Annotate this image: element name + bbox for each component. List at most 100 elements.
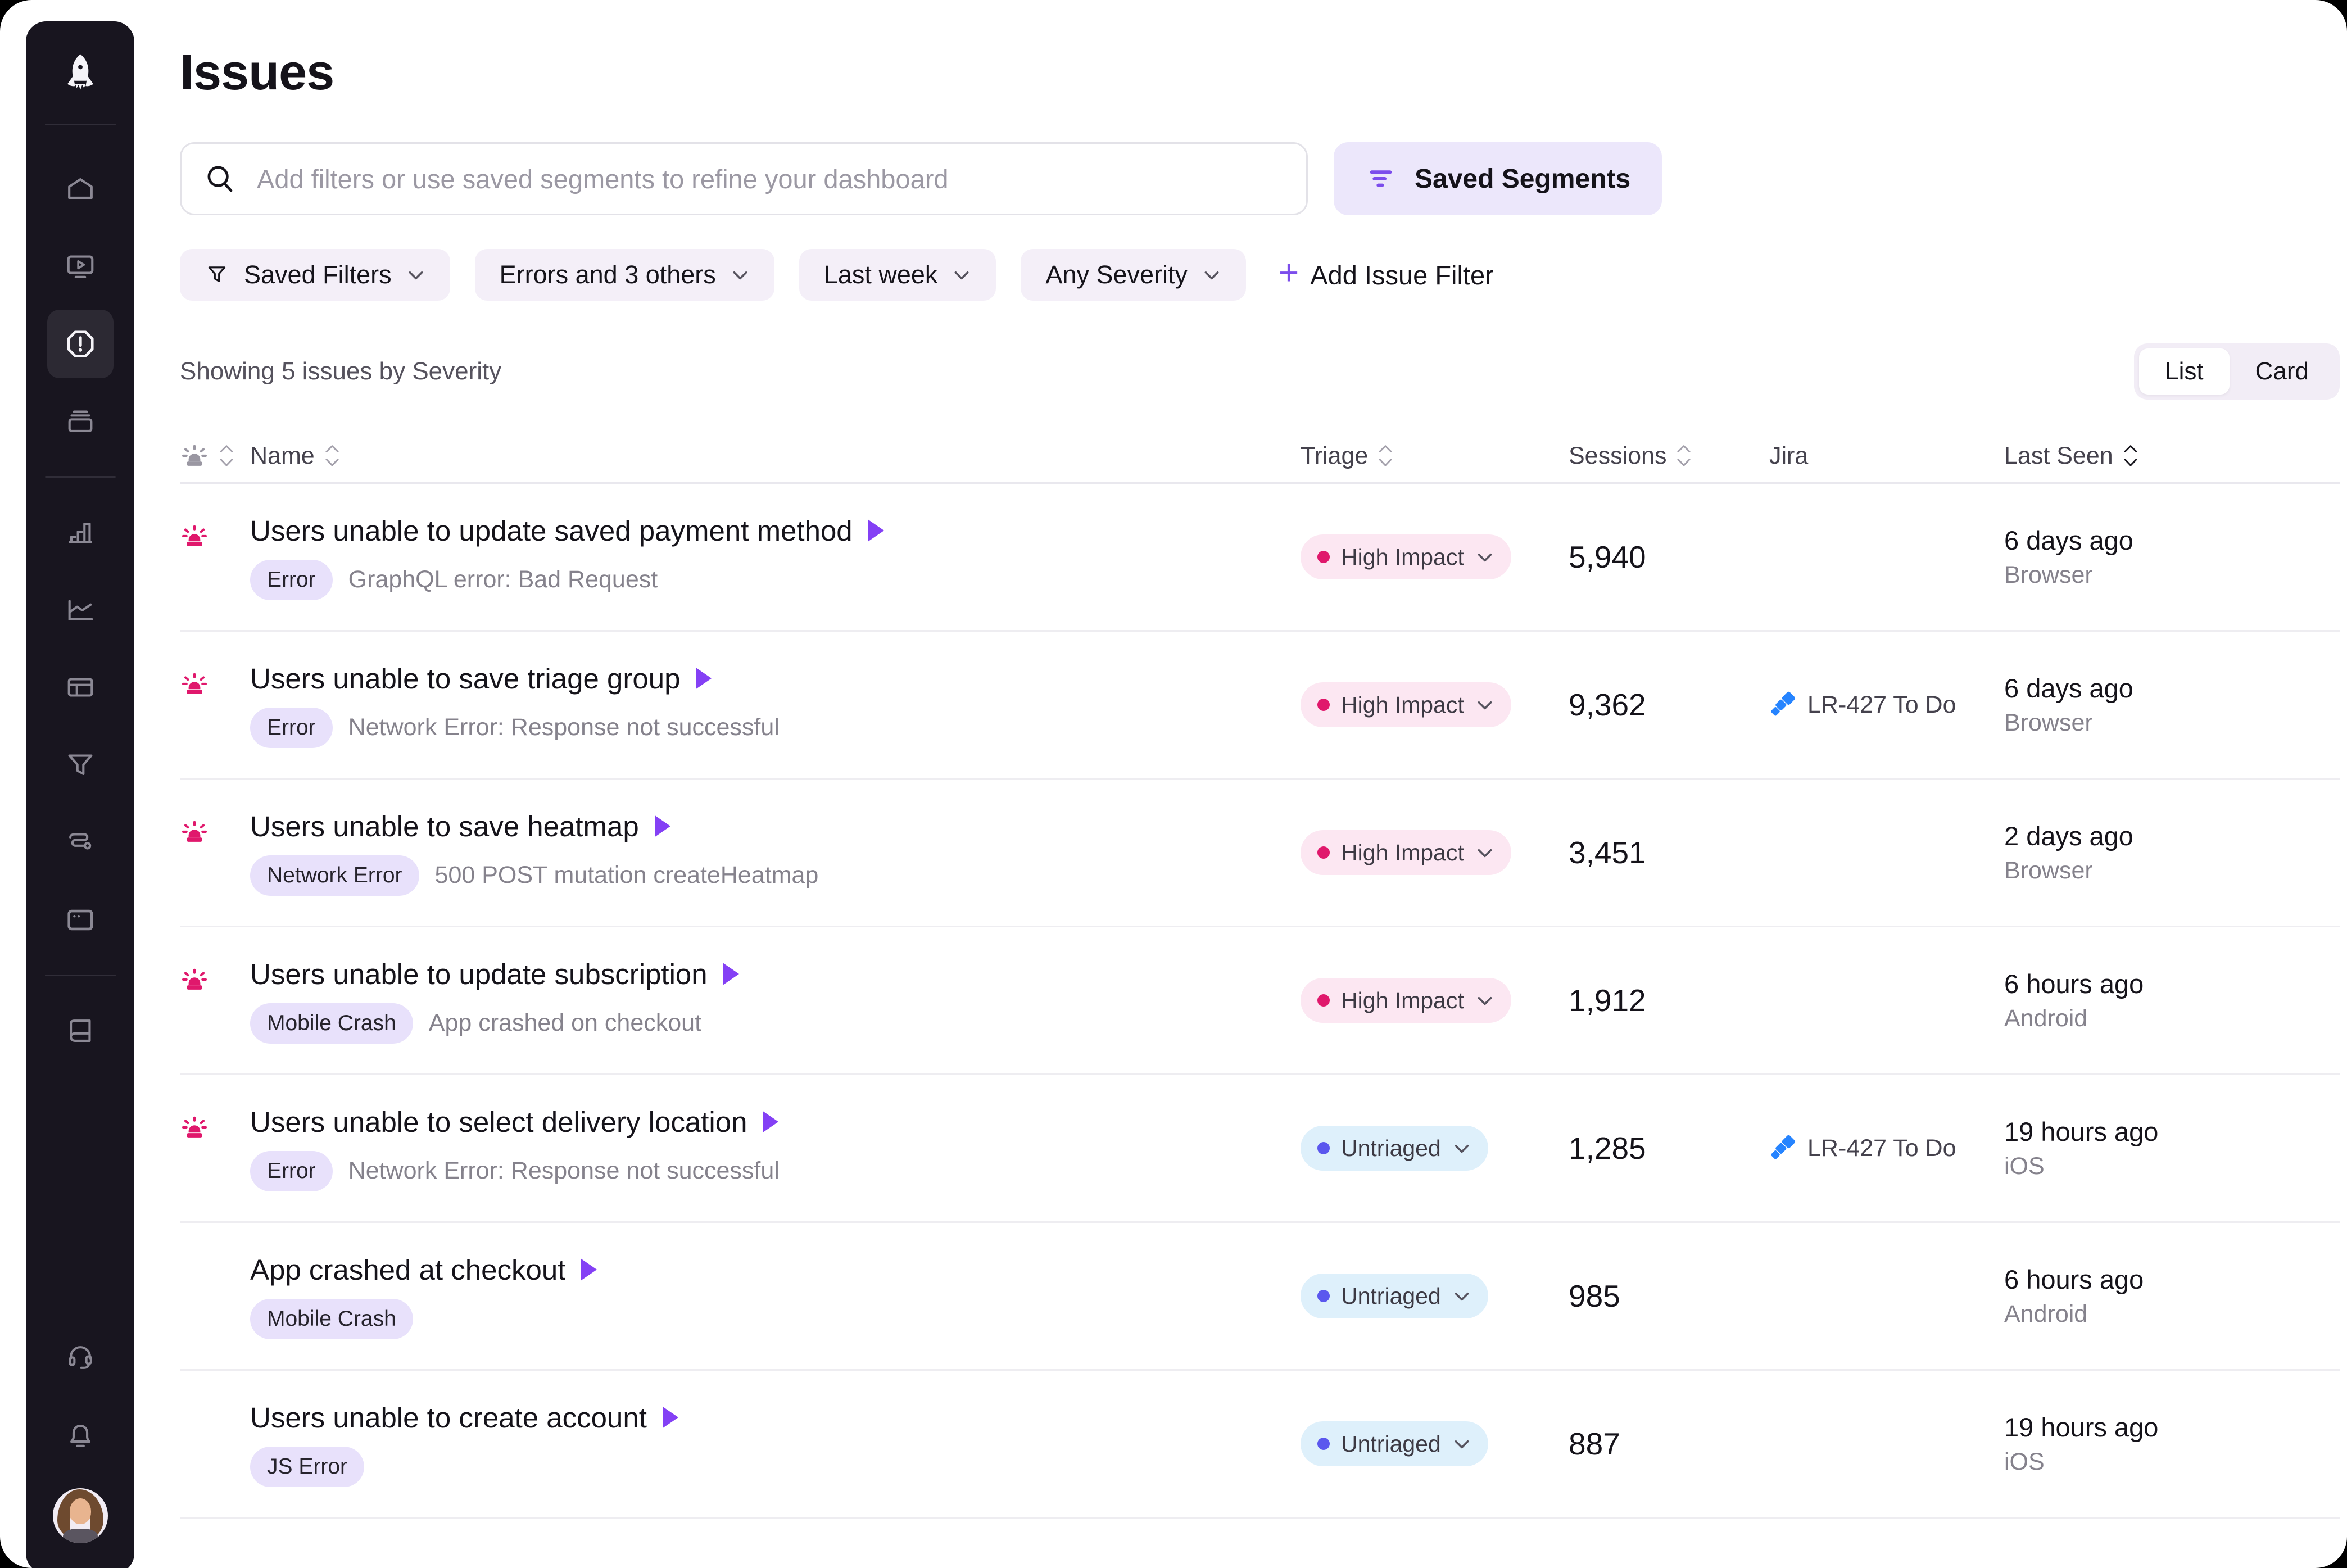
last-seen-time: 19 hours ago [2004,1412,2340,1443]
triage-status-dot [1317,1438,1330,1450]
user-avatar[interactable] [53,1488,108,1543]
sidebar-item-docs[interactable] [47,996,114,1065]
funnel-icon [64,749,97,781]
issue-name-cell: Users unable to update subscription Mobi… [250,958,1301,1044]
sort-icon[interactable] [325,444,339,469]
table-row[interactable]: Users unable to save triage group Error … [180,632,2340,780]
triage-dropdown[interactable]: High Impact [1301,830,1511,875]
plus-icon: + [1279,256,1299,291]
view-toggle-card[interactable]: Card [2230,348,2335,395]
issue-description: Network Error: Response not successful [348,1157,780,1185]
triage-status-dot [1317,846,1330,859]
chevron-down-icon [406,265,425,284]
triage-dropdown[interactable]: High Impact [1301,682,1511,727]
chip-label: Last week [824,260,938,289]
play-session-icon[interactable] [760,1109,781,1134]
rocket-logo-icon [56,51,105,99]
sort-icon[interactable] [1378,444,1393,469]
issue-type-badge: Mobile Crash [250,1299,413,1339]
triage-dropdown[interactable]: High Impact [1301,534,1511,579]
triage-status-dot [1317,1142,1330,1154]
issue-name-cell: Users unable to save heatmap Network Err… [250,810,1301,896]
chip-severity[interactable]: Any Severity [1021,249,1246,301]
severity-cell [180,522,250,551]
triage-dropdown[interactable]: Untriaged [1301,1421,1488,1466]
sidebar-item-user-journeys[interactable] [47,808,114,877]
issue-name[interactable]: Users unable to update saved payment met… [250,514,853,547]
sessions-count: 985 [1569,1278,1769,1314]
chevron-down-icon [1475,695,1494,714]
play-session-icon[interactable] [579,1257,599,1282]
notifications-bell-icon [64,1419,97,1451]
play-session-icon[interactable] [721,962,741,986]
column-header-name[interactable]: Name [250,442,1301,470]
table-row[interactable]: Users unable to update subscription Mobi… [180,927,2340,1075]
jira-ticket[interactable]: LR-427 To Do [1769,1135,2004,1162]
triage-dropdown[interactable]: Untriaged [1301,1126,1488,1171]
chip-error-types[interactable]: Errors and 3 others [475,249,774,301]
last-seen-platform: iOS [2004,1448,2340,1476]
column-header-triage[interactable]: Triage [1301,442,1569,470]
column-header-sessions[interactable]: Sessions [1569,442,1769,470]
last-seen-cell: 19 hours ago iOS [2004,1116,2340,1180]
column-header-last-seen[interactable]: Last Seen [2004,442,2340,470]
sidebar-item-support[interactable] [47,1323,114,1392]
search-input[interactable] [257,164,1285,194]
view-toggle: List Card [2134,343,2340,400]
jira-ticket[interactable]: LR-427 To Do [1769,691,2004,719]
sort-icon[interactable] [219,444,234,469]
sidebar-item-browser[interactable] [47,886,114,954]
saved-segments-button[interactable]: Saved Segments [1334,142,1662,215]
view-toggle-list[interactable]: List [2139,348,2229,395]
issues-table-body: Users unable to update saved payment met… [180,484,2340,1519]
triage-dropdown[interactable]: Untriaged [1301,1274,1488,1318]
add-issue-filter-button[interactable]: + Add Issue Filter [1279,259,1494,291]
sidebar-item-trends[interactable] [47,575,114,644]
funnel-icon [205,262,229,287]
column-header-severity[interactable] [180,442,250,471]
browser-window-icon [64,904,97,936]
sidebar-item-collections[interactable] [47,387,114,456]
chip-date-range[interactable]: Last week [799,249,996,301]
table-row[interactable]: App crashed at checkout Mobile Crash Unt… [180,1223,2340,1371]
table-row[interactable]: Users unable to select delivery location… [180,1075,2340,1223]
column-label: Jira [1769,442,1808,470]
play-session-icon[interactable] [660,1405,681,1430]
issue-name[interactable]: Users unable to update subscription [250,958,708,991]
column-header-jira[interactable]: Jira [1769,442,2004,470]
sidebar-item-issues[interactable] [47,310,114,378]
issue-type-badge: JS Error [250,1447,364,1487]
table-row[interactable]: Users unable to save heatmap Network Err… [180,780,2340,927]
sidebar-item-metrics[interactable] [47,498,114,567]
chip-saved-filters[interactable]: Saved Filters [180,249,450,301]
issue-type-badge: Error [250,708,333,748]
issue-type-badge: Network Error [250,855,419,896]
column-label: Triage [1301,442,1368,470]
play-session-icon[interactable] [866,518,886,543]
sidebar-item-home[interactable] [47,155,114,223]
high-severity-siren-icon [180,1113,209,1143]
sort-icon-active[interactable] [2123,444,2138,469]
issue-name[interactable]: Users unable to save heatmap [250,810,639,843]
chevron-down-icon [1475,991,1494,1010]
play-session-icon[interactable] [694,666,714,691]
sessions-count: 1,285 [1569,1130,1769,1166]
issue-name[interactable]: Users unable to select delivery location [250,1105,747,1139]
sidebar-item-tables[interactable] [47,653,114,722]
support-headset-icon [64,1341,97,1374]
last-seen-time: 19 hours ago [2004,1116,2340,1147]
triage-dropdown[interactable]: High Impact [1301,978,1511,1023]
issue-name[interactable]: Users unable to save triage group [250,662,680,695]
triage-status-dot [1317,994,1330,1007]
sidebar-item-funnels[interactable] [47,731,114,799]
issue-name[interactable]: Users unable to create account [250,1401,647,1434]
add-issue-filter-label: Add Issue Filter [1310,260,1494,291]
sidebar-item-session-replay[interactable] [47,232,114,301]
sort-icon[interactable] [1677,444,1691,469]
search-bar[interactable] [180,142,1308,215]
table-row[interactable]: Users unable to create account JS Error … [180,1371,2340,1519]
sidebar-item-notifications[interactable] [47,1401,114,1469]
issue-name[interactable]: App crashed at checkout [250,1253,565,1286]
play-session-icon[interactable] [653,814,673,839]
table-row[interactable]: Users unable to update saved payment met… [180,484,2340,632]
